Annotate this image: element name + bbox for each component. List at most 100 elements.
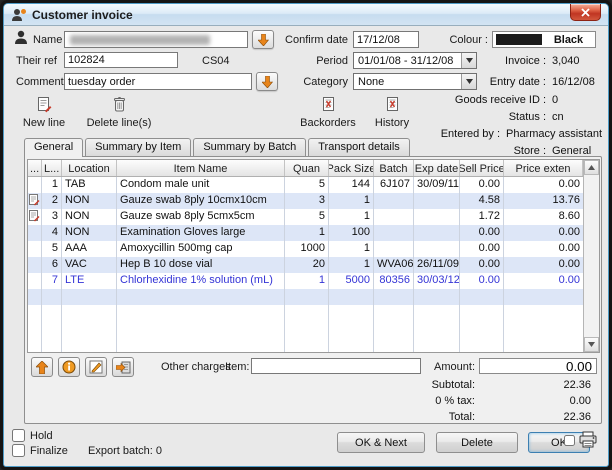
tab-summary-by-item[interactable]: Summary by Item bbox=[85, 138, 191, 157]
their-ref-label: Their ref bbox=[16, 55, 57, 67]
cell-item: Hep B 10 dose vial bbox=[117, 257, 285, 273]
cell-sell bbox=[460, 321, 504, 337]
tab-general[interactable]: General bbox=[24, 138, 83, 157]
their-ref-input[interactable] bbox=[64, 52, 178, 68]
delete-lines-button[interactable]: Delete line(s) bbox=[78, 96, 160, 129]
table-row[interactable]: 2NONGauze swab 8ply 10cmx10cm314.5813.76 bbox=[28, 193, 583, 209]
col-quan[interactable]: Quan bbox=[285, 160, 329, 176]
other-charges-label: Other charges bbox=[161, 361, 231, 373]
cell-line: 4 bbox=[42, 225, 62, 241]
col-batch[interactable]: Batch bbox=[374, 160, 414, 176]
cell-location: AAA bbox=[62, 241, 117, 257]
cell-ext bbox=[504, 337, 583, 352]
cell-ext: 13.76 bbox=[504, 193, 583, 209]
total-value: 22.36 bbox=[563, 411, 591, 423]
col-item-name[interactable]: Item Name bbox=[117, 160, 285, 176]
table-empty-row bbox=[28, 289, 583, 305]
invoice-label: Invoice : bbox=[344, 55, 546, 67]
delete-button[interactable]: Delete bbox=[436, 432, 518, 453]
cell-ext bbox=[504, 305, 583, 321]
table-scrollbar[interactable] bbox=[583, 160, 599, 352]
info-button[interactable] bbox=[58, 357, 80, 377]
close-button[interactable] bbox=[570, 4, 601, 21]
table-row[interactable]: 4NONExamination Gloves large11000.000.00 bbox=[28, 225, 583, 241]
comment-expand-button[interactable] bbox=[256, 72, 278, 91]
cell-ext: 0.00 bbox=[504, 241, 583, 257]
total-label: Total: bbox=[449, 411, 475, 423]
tab-summary-by-batch[interactable]: Summary by Batch bbox=[193, 138, 306, 157]
cell-exp bbox=[414, 193, 460, 209]
cell-pack: 1 bbox=[329, 193, 374, 209]
hold-checkbox[interactable] bbox=[12, 429, 25, 442]
cell-exp: 26/11/09 bbox=[414, 257, 460, 273]
table-row[interactable]: 7LTEChlorhexidine 1% solution (mL)150008… bbox=[28, 273, 583, 289]
export-batch-text: Export batch: 0 bbox=[88, 445, 162, 457]
cell-location: NON bbox=[62, 225, 117, 241]
scroll-up-icon[interactable] bbox=[584, 160, 599, 175]
transfer-lines-button[interactable] bbox=[112, 357, 134, 377]
table-row[interactable]: 1TABCondom male unit51446J10730/09/110.0… bbox=[28, 177, 583, 193]
print-checkbox[interactable] bbox=[564, 435, 575, 446]
subtotal-label: Subtotal: bbox=[432, 379, 475, 391]
cell-line: 5 bbox=[42, 241, 62, 257]
col-location[interactable]: Location bbox=[62, 160, 117, 176]
cell-quan bbox=[285, 305, 329, 321]
cell-line: 7 bbox=[42, 273, 62, 289]
arrow-up-button[interactable] bbox=[31, 357, 53, 377]
cell-item bbox=[117, 289, 285, 305]
history-button[interactable]: History bbox=[356, 96, 428, 129]
name-lookup-button[interactable] bbox=[252, 30, 274, 49]
amount-input[interactable] bbox=[479, 358, 597, 374]
note-edit-button[interactable] bbox=[85, 357, 107, 377]
ok-next-button[interactable]: OK & Next bbox=[337, 432, 425, 453]
cell-item: Chlorhexidine 1% solution (mL) bbox=[117, 273, 285, 289]
scroll-down-icon[interactable] bbox=[584, 337, 599, 352]
tab-bar: General Summary by Item Summary by Batch… bbox=[24, 138, 412, 157]
name-input[interactable] bbox=[64, 31, 248, 48]
cell-note bbox=[28, 337, 42, 352]
col-pack-size[interactable]: Pack Size bbox=[329, 160, 374, 176]
col-exp-date[interactable]: Exp date bbox=[414, 160, 460, 176]
name-label: Name bbox=[33, 34, 62, 46]
cell-location bbox=[62, 289, 117, 305]
table-header: ... L... Location Item Name Quan Pack Si… bbox=[28, 160, 583, 177]
cell-pack: 144 bbox=[329, 177, 374, 193]
cell-batch bbox=[374, 321, 414, 337]
col-line[interactable]: L... bbox=[42, 160, 62, 176]
cell-sell: 0.00 bbox=[460, 241, 504, 257]
cell-batch bbox=[374, 305, 414, 321]
table-row[interactable]: 5AAAAmoxycillin 500mg cap100010.000.00 bbox=[28, 241, 583, 257]
cell-line bbox=[42, 337, 62, 352]
cell-batch: 80356 bbox=[374, 273, 414, 289]
general-tab-panel: ... L... Location Item Name Quan Pack Si… bbox=[24, 156, 602, 424]
tab-transport-details[interactable]: Transport details bbox=[308, 138, 410, 157]
dialog-content: Name Confirm date Colour : Black Their r… bbox=[4, 26, 608, 466]
cell-location: LTE bbox=[62, 273, 117, 289]
cell-location: NON bbox=[62, 209, 117, 225]
new-line-button[interactable]: New line bbox=[8, 96, 80, 129]
cell-pack bbox=[329, 289, 374, 305]
tax-value: 0.00 bbox=[570, 395, 591, 407]
finalize-checkbox[interactable] bbox=[12, 444, 25, 457]
other-charges-item-input[interactable] bbox=[251, 358, 421, 374]
confirm-date-input[interactable] bbox=[353, 31, 419, 48]
table-row[interactable]: 3NONGauze swab 8ply 5cmx5cm511.728.60 bbox=[28, 209, 583, 225]
cell-note bbox=[28, 305, 42, 321]
cell-note bbox=[28, 225, 42, 241]
item-label: Item: bbox=[225, 361, 249, 373]
table-row[interactable]: 6VACHep B 10 dose vial201WVA0602026/11/0… bbox=[28, 257, 583, 273]
cell-exp bbox=[414, 321, 460, 337]
printer-icon[interactable] bbox=[578, 431, 598, 449]
backorders-icon bbox=[321, 96, 336, 113]
backorders-button[interactable]: Backorders bbox=[292, 96, 364, 129]
comment-input[interactable] bbox=[64, 73, 252, 90]
colour-button[interactable]: Black bbox=[492, 31, 596, 48]
subtotal-value: 22.36 bbox=[563, 379, 591, 391]
col-sell-price[interactable]: Sell Price bbox=[460, 160, 504, 176]
col-price-exten[interactable]: Price exten bbox=[504, 160, 583, 176]
col-note[interactable]: ... bbox=[28, 160, 42, 176]
cell-ext bbox=[504, 321, 583, 337]
cell-ext: 0.00 bbox=[504, 273, 583, 289]
cell-exp bbox=[414, 305, 460, 321]
cell-ext bbox=[504, 289, 583, 305]
